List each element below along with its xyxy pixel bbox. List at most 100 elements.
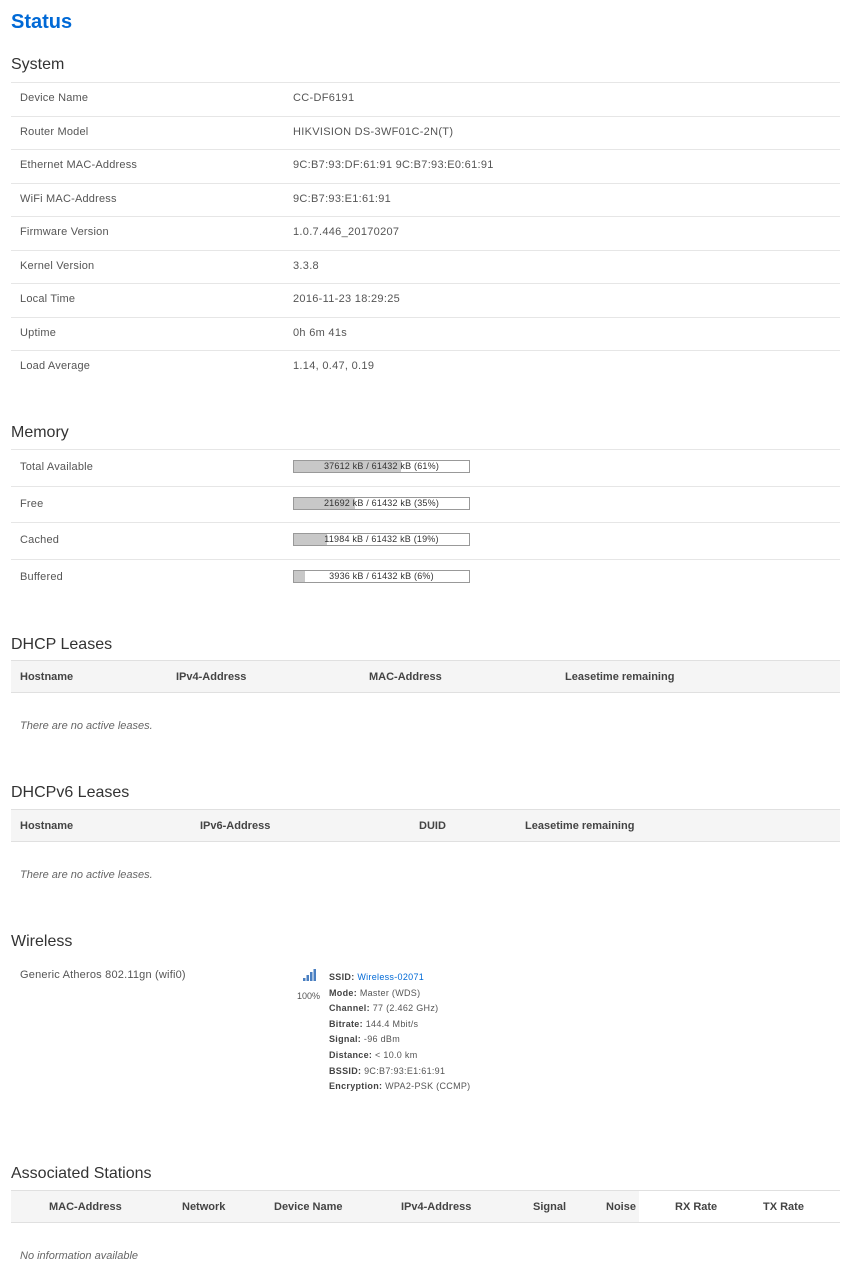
system-row: Load Average 1.14, 0.47, 0.19	[11, 350, 840, 383]
dhcpv6-col-ipv6: IPv6-Address	[200, 820, 271, 832]
system-row-key: Load Average	[20, 360, 91, 372]
stations-col-noise: Noise	[606, 1201, 636, 1213]
system-row-value: 1.14, 0.47, 0.19	[293, 360, 375, 372]
memory-row: Cached 11984 kB / 61432 kB (19%)	[11, 522, 840, 559]
wireless-detail-label: SSID:	[329, 972, 355, 982]
wireless-device-name: Generic Atheros 802.11gn (wifi0)	[20, 969, 186, 981]
signal-strength-icon	[303, 969, 316, 981]
memory-progress-bar: 11984 kB / 61432 kB (19%)	[293, 533, 470, 546]
dhcp-col-leasetime: Leasetime remaining	[565, 671, 675, 683]
system-section-title: System	[11, 56, 65, 73]
memory-progress-text: 21692 kB / 61432 kB (35%)	[323, 497, 440, 508]
wireless-detail-line: Mode: Master (WDS)	[329, 986, 470, 1002]
stations-col-rx-rate: RX Rate	[675, 1201, 718, 1213]
wireless-details: SSID: Wireless-02071 Mode: Master (WDS) Ch…	[329, 970, 470, 1095]
stations-col-mac: MAC-Address	[49, 1201, 122, 1213]
system-row: WiFi MAC-Address 9C:B7:93:E1:61:91	[11, 182, 840, 216]
memory-progress-bar: 37612 kB / 61432 kB (61%)	[293, 460, 470, 473]
dhcpv6-table-header: Hostname IPv6-Address DUID Leasetime rem…	[11, 809, 840, 842]
wireless-detail-value: Master (WDS)	[359, 987, 421, 998]
system-row-key: Kernel Version	[20, 259, 95, 272]
system-row: Local Time 2016-11-23 18:29:25	[11, 283, 840, 316]
memory-row: Total Available 37612 kB / 61432 kB (61%)	[11, 449, 840, 486]
wireless-detail-label: Signal:	[329, 1034, 362, 1045]
memory-row-key: Total Available	[20, 461, 94, 473]
wireless-detail-value: WPA2-PSK (CCMP)	[385, 1081, 471, 1092]
wireless-detail-line: Signal: -96 dBm	[329, 1032, 470, 1048]
system-row-key: Uptime	[20, 326, 57, 339]
system-row-key: Ethernet MAC-Address	[20, 159, 138, 171]
dhcp-col-hostname: Hostname	[20, 671, 74, 683]
dhcpv6-empty-note: There are no active leases.	[20, 869, 153, 881]
wireless-detail-line: Distance: < 10.0 km	[329, 1048, 470, 1064]
wireless-detail-label: Distance:	[329, 1049, 373, 1060]
stations-empty-note: No information available	[20, 1250, 139, 1262]
stations-col-signal: Signal	[533, 1201, 567, 1213]
system-row-value: 1.0.7.446_20170207	[293, 226, 400, 238]
signal-percent: 100%	[297, 991, 321, 1001]
wireless-detail-line: Channel: 77 (2.462 GHz)	[329, 1001, 470, 1017]
dhcpv6-col-hostname: Hostname	[20, 820, 74, 832]
system-row: Kernel Version 3.3.8	[11, 249, 840, 283]
dhcp-empty-note: There are no active leases.	[20, 720, 153, 732]
system-row: Firmware Version 1.0.7.446_20170207	[11, 216, 840, 249]
wireless-detail-line: BSSID: 9C:B7:93:E1:61:91	[329, 1064, 470, 1080]
system-row-value: 0h 6m 41s	[293, 326, 348, 339]
system-row-value: 2016-11-23 18:29:25	[293, 293, 401, 305]
system-row: Ethernet MAC-Address 9C:B7:93:DF:61:91 9C…	[11, 149, 840, 182]
memory-row-key: Free	[20, 497, 44, 510]
page-title: Status	[11, 11, 73, 33]
wireless-detail-line: SSID: Wireless-02071	[329, 970, 470, 986]
dhcpv6-col-duid: DUID	[419, 820, 446, 832]
system-row-value: CC-DF6191	[293, 92, 355, 104]
system-row: Device Name CC-DF6191	[11, 82, 840, 115]
memory-section-title: Memory	[11, 424, 69, 441]
system-row-key: Local Time	[20, 293, 76, 305]
wireless-detail-label: Encryption:	[329, 1081, 383, 1092]
stations-col-network: Network	[182, 1201, 226, 1213]
wireless-section-title: Wireless	[11, 933, 73, 950]
dhcp-col-mac: MAC-Address	[369, 671, 442, 683]
dhcp-section-title: DHCP Leases	[11, 636, 113, 653]
dhcpv6-section-title: DHCPv6 Leases	[11, 784, 130, 801]
wireless-detail-value: -96 dBm	[363, 1034, 401, 1045]
system-row-value: 9C:B7:93:DF:61:91 9C:B7:93:E0:61:91	[293, 159, 494, 171]
wireless-detail-value: 144.4 Mbit/s	[365, 1018, 419, 1029]
wireless-detail-value: < 10.0 km	[375, 1049, 418, 1060]
wireless-detail-line: Encryption: WPA2-PSK (CCMP)	[329, 1079, 470, 1095]
system-row-value: 9C:B7:93:E1:61:91	[293, 192, 392, 205]
wireless-detail-line: Bitrate: 144.4 Mbit/s	[329, 1017, 470, 1033]
system-row-value: HIKVISION DS-3WF01C-2N(T)	[293, 125, 454, 138]
system-row-key: Device Name	[20, 92, 89, 104]
system-row-value: 3.3.8	[293, 259, 319, 272]
memory-row-key: Cached	[20, 534, 60, 546]
system-row: Uptime 0h 6m 41s	[11, 316, 840, 350]
system-row: Router Model HIKVISION DS-3WF01C-2N(T)	[11, 115, 840, 149]
wireless-detail-value: 9C:B7:93:E1:61:91	[364, 1065, 446, 1076]
system-row-key: Firmware Version	[20, 226, 109, 238]
memory-progress-text: 37612 kB / 61432 kB (61%)	[323, 461, 440, 471]
dhcp-col-ipv4: IPv4-Address	[176, 671, 247, 683]
dhcpv6-col-leasetime: Leasetime remaining	[525, 820, 635, 832]
stations-col-ipv4: IPv4-Address	[401, 1201, 472, 1213]
memory-progress-text: 11984 kB / 61432 kB (19%)	[324, 534, 439, 544]
stations-col-device-name: Device Name	[274, 1201, 343, 1213]
ssid-link[interactable]: Wireless-02071	[357, 972, 424, 982]
wireless-detail-value: 77 (2.462 GHz)	[372, 1003, 439, 1014]
memory-row-key: Buffered	[20, 570, 63, 583]
stations-section-title: Associated Stations	[11, 1165, 152, 1182]
memory-row: Free 21692 kB / 61432 kB (35%)	[11, 485, 840, 523]
wireless-detail-label: Channel:	[329, 1003, 370, 1014]
memory-progress-bar: 3936 kB / 61432 kB (6%)	[293, 569, 470, 583]
dhcp-table-header: Hostname IPv4-Address MAC-Address Leaset…	[11, 660, 840, 693]
memory-row: Buffered 3936 kB / 61432 kB (6%)	[11, 558, 840, 596]
wireless-detail-label: BSSID:	[329, 1065, 362, 1076]
wireless-detail-label: Mode:	[329, 987, 357, 998]
system-row-key: Router Model	[20, 125, 89, 138]
stations-table-header: MAC-Address Network Device Name IPv4-Add…	[11, 1190, 840, 1223]
wireless-detail-label: Bitrate:	[329, 1018, 363, 1029]
memory-progress-bar: 21692 kB / 61432 kB (35%)	[293, 496, 470, 510]
memory-progress-text: 3936 kB / 61432 kB (6%)	[329, 570, 434, 581]
stations-col-tx-rate: TX Rate	[763, 1201, 804, 1213]
system-row-key: WiFi MAC-Address	[20, 192, 117, 205]
